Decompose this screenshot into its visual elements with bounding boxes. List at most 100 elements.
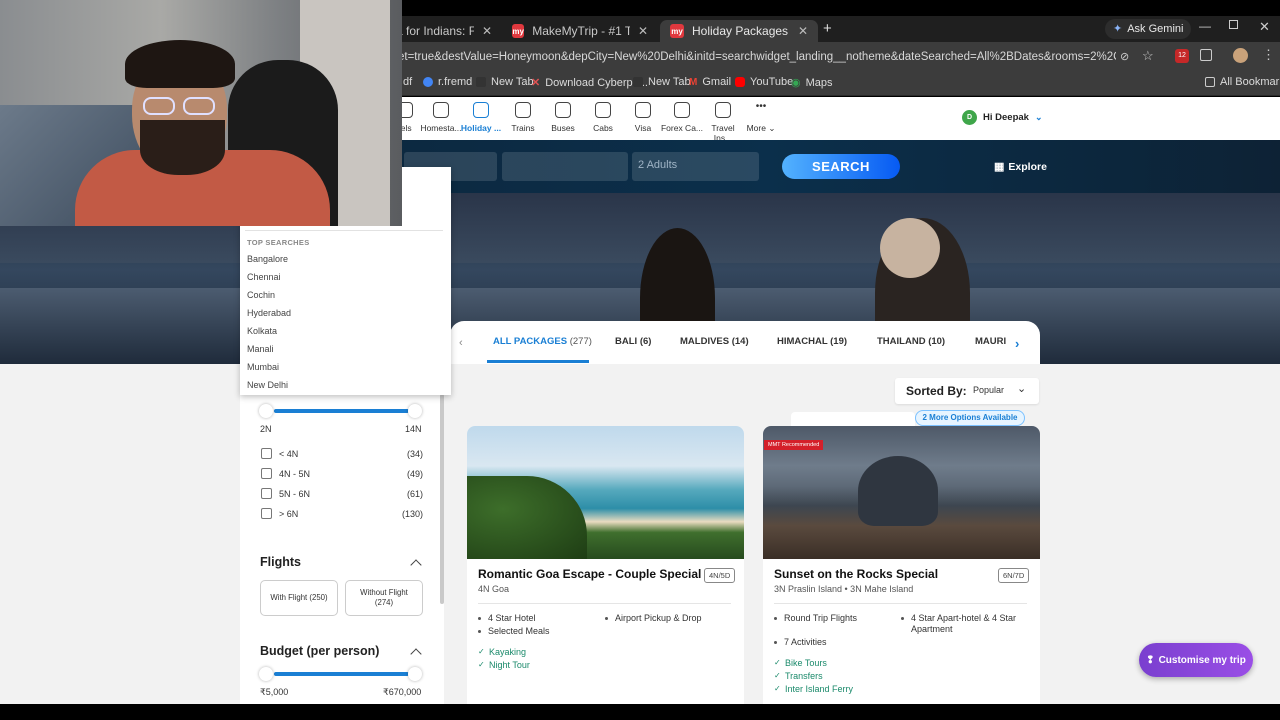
browser-tab[interactable]: my MakeMyTrip - #1 Travel Website ✕ [502, 20, 658, 42]
package-card[interactable]: Sunset on the Rocks Special 6N/7D 3N Pra… [763, 426, 1040, 704]
feature-item: Selected Meals [478, 626, 550, 637]
nav-item-more[interactable]: ••• More ⌄ [739, 100, 783, 134]
dropdown-option[interactable]: Hyderabad [247, 308, 291, 318]
duration-slider-max-handle[interactable] [408, 404, 422, 418]
nav-item-homestays[interactable]: Homesta... [419, 100, 463, 133]
all-bookmarks[interactable]: All Bookmarks [1205, 76, 1280, 88]
tab-label: BALI [615, 336, 638, 347]
tab-bali[interactable]: BALI (6) [615, 336, 651, 347]
user-menu[interactable]: D Hi Deepak ⌄ [962, 110, 1042, 125]
package-card[interactable]: Romantic Goa Escape - Couple Special 4N/… [467, 426, 744, 704]
nav-item-forex[interactable]: Forex Ca... [660, 100, 704, 133]
star-icon[interactable]: ☆ [1142, 48, 1154, 64]
nav-label: More [746, 123, 766, 133]
nav-item-holiday[interactable]: Holiday ... [459, 100, 503, 133]
more-options-badge[interactable]: 2 More Options Available [915, 410, 1025, 426]
bookmark-item[interactable]: r.fremd [423, 76, 472, 88]
nav-item-cabs[interactable]: Cabs [581, 100, 625, 133]
eye-off-icon[interactable]: ⊘ [1120, 50, 1129, 63]
close-icon[interactable]: ✕ [798, 24, 808, 38]
budget-slider-track[interactable] [274, 672, 409, 676]
extensions-icon[interactable] [1200, 49, 1212, 61]
sort-dropdown[interactable]: Sorted By: Popular ⌄ [895, 378, 1039, 404]
tab-all-packages[interactable]: ALL PACKAGES (277) [493, 336, 592, 347]
bookmark-label: New Tab [491, 76, 534, 88]
bookmark-item[interactable]: YouTube [735, 76, 793, 88]
duration-badge: 4N/5D [704, 568, 736, 583]
explore-button[interactable]: ▦ Explore [994, 160, 1047, 174]
with-flight-button[interactable]: With Flight (250) [260, 580, 338, 616]
search-button[interactable]: SEARCH [782, 154, 900, 179]
menu-dots-icon[interactable]: ⋮ [1262, 47, 1275, 63]
tab-himachal[interactable]: HIMACHAL (19) [777, 336, 847, 347]
rooms-value: 2 Adults [638, 159, 678, 171]
date-field[interactable] [502, 152, 628, 181]
bookmark-item[interactable]: M Gmail [689, 76, 731, 88]
package-destinations: 4N Goa [478, 584, 510, 594]
cab-icon [595, 102, 611, 118]
bookmark-item[interactable]: ◉ Maps [791, 76, 833, 90]
bookmark-item[interactable]: New Tab [633, 76, 691, 88]
budget-slider-min-handle[interactable] [259, 667, 273, 681]
avatar: D [962, 110, 977, 125]
duration-min-label: 2N [260, 424, 272, 434]
ask-gemini-button[interactable]: ✦ Ask Gemini [1105, 19, 1192, 39]
without-flight-button[interactable]: Without Flight (274) [345, 580, 423, 616]
nav-item-trains[interactable]: Trains [501, 100, 545, 133]
insurance-icon [715, 102, 731, 118]
new-tab-button[interactable]: + [823, 20, 832, 37]
close-icon[interactable]: ✕ [482, 24, 492, 38]
window-close-icon[interactable]: ✕ [1259, 19, 1270, 35]
dropdown-option[interactable]: Kolkata [247, 326, 277, 336]
bookmark-item[interactable]: New Tab [476, 76, 534, 88]
dropdown-option[interactable]: Manali [247, 344, 274, 354]
dropdown-option[interactable]: Mumbai [247, 362, 279, 372]
nav-item-visa[interactable]: Visa [621, 100, 665, 133]
tab-label: MakeMyTrip - #1 Travel Website [532, 24, 630, 38]
close-icon[interactable]: ✕ [638, 24, 648, 38]
chevron-left-icon[interactable]: ‹ [459, 337, 463, 349]
dropdown-option[interactable]: New Delhi [247, 380, 288, 390]
feature-item: 4 Star Apart-hotel & 4 Star Apartment [901, 613, 1031, 636]
duration-checkbox[interactable] [261, 468, 272, 479]
folder-icon [1205, 77, 1215, 87]
scrollbar[interactable] [440, 394, 444, 604]
tab-label: ALL PACKAGES [493, 336, 568, 347]
activity-item: Kayaking [478, 647, 526, 657]
url-field[interactable]: et=true&destValue=Honeymoon&depCity=New%… [398, 46, 1116, 68]
dropdown-option[interactable]: Cochin [247, 290, 275, 300]
page-icon [476, 77, 486, 87]
package-tabs: ‹ ALL PACKAGES (277) BALI (6) MALDIVES (… [450, 321, 1040, 364]
tab-label: HIMACHAL [777, 336, 828, 347]
tab-thailand[interactable]: THAILAND (10) [877, 336, 945, 347]
duration-checkbox[interactable] [261, 508, 272, 519]
bookmark-item[interactable]: df [403, 76, 412, 88]
rooms-field[interactable]: 2 Adults [632, 152, 759, 181]
budget-slider-max-handle[interactable] [408, 667, 422, 681]
browser-tab[interactable]: a for Indians: Fees, R ✕ [386, 20, 502, 42]
profile-avatar[interactable] [1233, 48, 1248, 63]
dropdown-option[interactable]: Bangalore [247, 254, 288, 264]
duration-checkbox[interactable] [261, 448, 272, 459]
bookmark-label: r.fremd [438, 76, 473, 88]
bookmark-item[interactable]: ✕ Download Cyberpu... [531, 76, 648, 90]
dropdown-option[interactable]: Chennai [247, 272, 281, 282]
nav-item-buses[interactable]: Buses [541, 100, 585, 133]
duration-slider-track[interactable] [274, 409, 409, 413]
nav-label: Cabs [593, 123, 613, 133]
duration-checkbox[interactable] [261, 488, 272, 499]
browser-tab-active[interactable]: my Holiday Packages ✕ [660, 20, 818, 42]
tab-maldives[interactable]: MALDIVES (14) [680, 336, 749, 347]
visa-icon [635, 102, 651, 118]
minimize-icon[interactable]: — [1199, 19, 1211, 33]
tab-label: MALDIVES [680, 336, 730, 347]
person-beard [140, 120, 225, 175]
duration-slider-min-handle[interactable] [259, 404, 273, 418]
extension-badge[interactable]: 12 [1175, 49, 1189, 63]
chevron-down-icon: ⌄ [1034, 112, 1043, 122]
feature-item: 7 Activities [774, 637, 827, 648]
maximize-icon[interactable] [1229, 20, 1238, 29]
customise-trip-button[interactable]: ❢ Customise my trip [1139, 643, 1253, 677]
chevron-right-icon[interactable]: › [1015, 336, 1019, 351]
tab-mauritius[interactable]: MAURI [975, 336, 1006, 347]
